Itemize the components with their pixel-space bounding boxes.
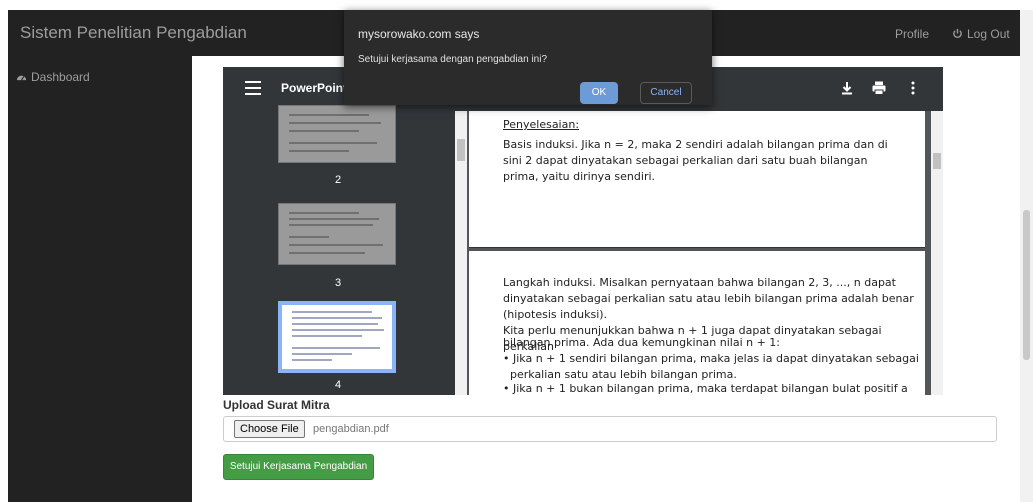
thumbnail-page-number: 2 [334, 174, 342, 186]
ok-button[interactable]: OK [580, 82, 618, 104]
logout-label: Log Out [967, 27, 1010, 41]
upload-label: Upload Surat Mitra [223, 398, 330, 412]
page-line: • Jika n + 1 bukan bilangan prima, maka … [503, 382, 908, 395]
pdf-page: Penyelesaian: Basis induksi. Jika n = 2,… [469, 111, 925, 248]
file-input[interactable]: Choose File pengabdian.pdf [223, 416, 997, 442]
dialog-title: mysorowako.com says [358, 27, 480, 41]
selected-file-name: pengabdian.pdf [313, 423, 389, 435]
sidebar-item-label: Dashboard [31, 70, 90, 84]
cancel-button[interactable]: Cancel [640, 82, 692, 104]
page-line: bilangan prima. Ada dua kemungkinan nila… [503, 336, 781, 349]
profile-link[interactable]: Profile [895, 27, 929, 41]
dashboard-icon [16, 75, 27, 81]
thumbnail-page-number: 3 [334, 277, 342, 289]
more-options-icon[interactable] [905, 80, 921, 96]
thumbnail-page-4[interactable] [278, 301, 396, 373]
sidebar-item-dashboard[interactable]: Dashboard [16, 70, 90, 84]
print-icon[interactable] [871, 80, 887, 96]
window-scrollbar[interactable] [1020, 10, 1033, 502]
page-area: Penyelesaian: Basis induksi. Jika n = 2,… [467, 111, 931, 395]
page-line: dinyatakan sebagai perkalian satu atau l… [503, 292, 914, 305]
choose-file-button[interactable]: Choose File [234, 420, 305, 438]
page-line: (hipotesis induksi). [503, 308, 608, 321]
page-heading: Penyelesaian: [503, 118, 580, 131]
thumbnail-page-2[interactable] [278, 105, 396, 163]
confirm-dialog: mysorowako.com says Setujui kerjasama de… [344, 10, 712, 105]
page: Sistem Penelitian Pengabdian Profile Log… [0, 0, 1033, 502]
thumbnail-panel: 2 3 4 [223, 105, 455, 395]
page-line: Basis induksi. Jika n = 2, maka 2 sendir… [503, 138, 888, 151]
thumbnail-page-number: 4 [334, 379, 342, 391]
page-scrollbar[interactable] [931, 111, 943, 395]
menu-icon[interactable] [245, 81, 261, 95]
sidebar: Dashboard [8, 56, 192, 502]
thumbnail-page-3[interactable] [278, 203, 396, 265]
brand-title[interactable]: Sistem Penelitian Pengabdian [20, 23, 247, 43]
page-line: • Jika n + 1 sendiri bilangan prima, mak… [503, 352, 919, 365]
page-line: Langkah induksi. Misalkan pernyataan bah… [503, 276, 896, 289]
pdf-title: PowerPoint I [281, 81, 354, 95]
page-line: prima, yaitu dirinya sendiri. [503, 170, 656, 183]
logout-link[interactable]: Log Out [952, 27, 1010, 41]
pdf-page: Langkah induksi. Misalkan pernyataan bah… [469, 251, 925, 395]
download-icon[interactable] [839, 80, 855, 96]
pdf-viewer[interactable]: PowerPoint I 2 3 4 Penyelesaian: Basis i… [223, 67, 943, 395]
page-line: sini 2 dapat dinyatakan sebagai perkalia… [503, 154, 868, 167]
dialog-message: Setujui kerjasama dengan pengabdian ini? [358, 54, 548, 65]
thumbnail-scrollbar[interactable] [455, 111, 467, 395]
power-icon [953, 28, 962, 38]
approve-button[interactable]: Setujui Kerjasama Pengabdian [223, 454, 374, 480]
